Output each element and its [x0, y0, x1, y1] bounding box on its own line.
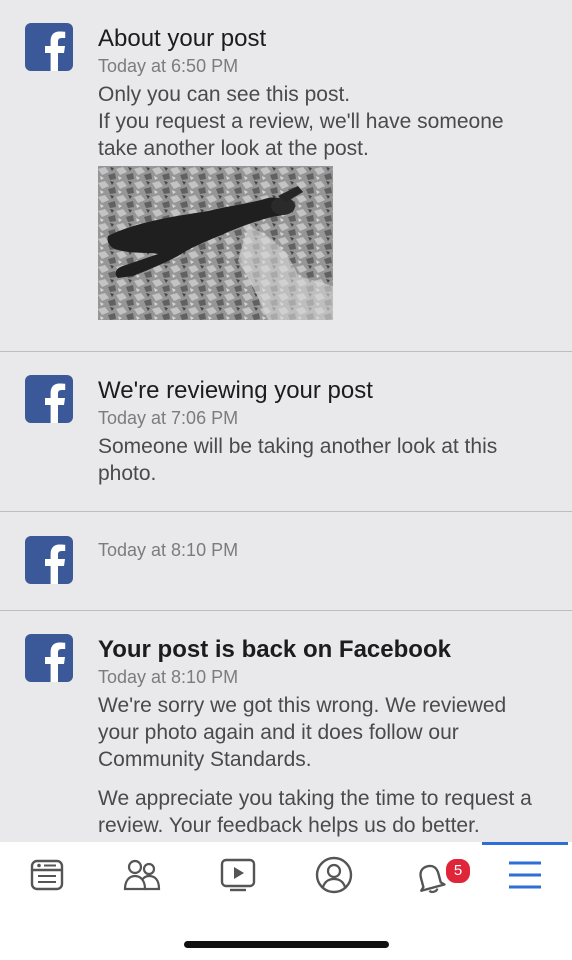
notification-body: We're sorry we got this wrong. We review…: [98, 692, 548, 839]
notification-body-line: If you request a review, we'll have some…: [98, 110, 504, 160]
notification-timestamp: Today at 8:10 PM: [98, 667, 239, 687]
tab-watch[interactable]: [208, 852, 268, 902]
tab-friends[interactable]: [112, 852, 172, 902]
tab-profile[interactable]: [304, 852, 364, 902]
notifications-bell-icon: 5: [412, 857, 472, 895]
facebook-logo-icon: [25, 536, 73, 584]
notification-timestamp: Today at 7:06 PM: [98, 408, 239, 428]
notification-body-line: Only you can see this post.: [98, 83, 351, 106]
notification-body: Only you can see this post. If you reque…: [98, 81, 548, 162]
notification-timestamp: Today at 8:10 PM: [98, 540, 239, 560]
notification-title: We're reviewing your post: [98, 377, 373, 404]
active-tab-indicator: [482, 842, 568, 845]
notification-item[interactable]: We're reviewing your post Today at 7:06 …: [0, 352, 572, 511]
notification-timestamp: Today at 6:50 PM: [98, 56, 239, 76]
notification-body-line: Someone will be taking another look at t…: [98, 435, 498, 485]
watch-icon: [220, 858, 256, 897]
notification-feed: About your post Today at 6:50 PM Only yo…: [0, 0, 572, 842]
notification-count-badge: 5: [444, 857, 472, 885]
notification-title: Your post is back on Facebook: [98, 636, 451, 663]
tab-notifications[interactable]: 5: [400, 852, 472, 902]
notification-item[interactable]: About your post Today at 6:50 PM Only yo…: [0, 0, 572, 351]
profile-icon: [315, 856, 353, 899]
facebook-logo-icon: [25, 375, 73, 423]
notification-title: About your post: [98, 25, 267, 52]
news-feed-icon: [30, 859, 64, 896]
post-photo-thumbnail[interactable]: [98, 166, 333, 320]
notification-body-line: We're sorry we got this wrong. We review…: [98, 694, 507, 771]
home-indicator[interactable]: [184, 941, 389, 948]
tab-news-feed[interactable]: [17, 852, 77, 902]
tab-menu[interactable]: [495, 852, 555, 902]
facebook-logo-icon: [25, 634, 73, 682]
notification-item[interactable]: Today at 8:10 PM: [0, 512, 572, 610]
notification-body-line: We appreciate you taking the time to req…: [98, 787, 532, 837]
notification-item[interactable]: Your post is back on Facebook Today at 8…: [0, 611, 572, 842]
notification-body: Someone will be taking another look at t…: [98, 433, 548, 487]
menu-icon: [507, 860, 543, 895]
facebook-logo-icon: [25, 23, 73, 71]
friends-icon: [123, 859, 161, 896]
